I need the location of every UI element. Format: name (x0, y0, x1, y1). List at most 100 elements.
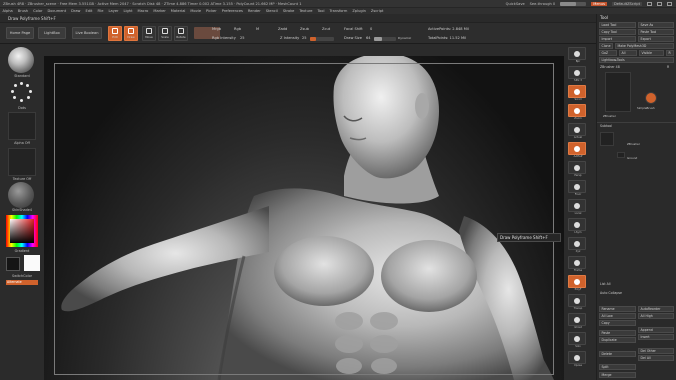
delete-button[interactable]: Delete (599, 351, 636, 357)
menu-picker[interactable]: Picker (204, 9, 220, 13)
menu-texture[interactable]: Texture (297, 9, 315, 13)
alternate-button[interactable]: Alternate (6, 280, 38, 285)
minimize-icon[interactable] (647, 1, 652, 6)
lsym-button[interactable] (568, 218, 586, 231)
menu-document[interactable]: Document (45, 9, 69, 13)
goz-button[interactable]: GoZ (599, 50, 617, 56)
persp-button[interactable] (568, 161, 586, 174)
primary-color-swatch[interactable] (24, 255, 40, 271)
paste-tool-button[interactable]: Paste Tool (638, 29, 674, 35)
scale-tool-button[interactable]: Scale (158, 26, 172, 41)
mrgb-toggle[interactable]: Mrgb (212, 27, 221, 31)
menu-light[interactable]: Light (121, 9, 135, 13)
all-high-button[interactable]: All High (638, 313, 674, 319)
menu-marker[interactable]: Marker (151, 9, 168, 13)
draw-tool-button[interactable]: Draw (124, 26, 138, 41)
del-other-button[interactable]: Del Other (638, 348, 674, 354)
menu-stencil[interactable]: Stencil (263, 9, 280, 13)
z-intensity-slider[interactable] (310, 37, 334, 41)
draw-size-slider[interactable] (374, 37, 396, 41)
rgb-toggle[interactable]: Rgb (234, 27, 241, 31)
polyf-button[interactable] (568, 275, 586, 288)
insert-button[interactable]: Insert (638, 334, 674, 340)
copy-tool-button[interactable]: Copy Tool (599, 29, 636, 35)
home-page-button[interactable]: Home Page (6, 27, 34, 39)
secondary-color-swatch[interactable] (6, 257, 20, 271)
menu-zplugin[interactable]: Zplugin (350, 9, 369, 13)
list-all-button[interactable]: List All (600, 282, 611, 286)
dynamic-toggle[interactable]: Dynamic (398, 36, 411, 40)
append-button[interactable]: Append (638, 327, 674, 333)
stroke-dots-icon[interactable] (10, 82, 32, 104)
brush-icon[interactable] (8, 47, 34, 73)
subtool-header[interactable]: Subtool (600, 124, 612, 128)
scroll-button[interactable] (568, 85, 586, 98)
close-icon[interactable] (667, 1, 672, 6)
menu-render[interactable]: Render (245, 9, 263, 13)
actual-button[interactable] (568, 123, 586, 136)
live-boolean-button[interactable]: Live Boolean (72, 27, 102, 39)
save-as-button[interactable]: Save As (638, 22, 674, 28)
local-button[interactable] (568, 199, 586, 212)
solo-button[interactable] (568, 332, 586, 345)
menu-zscript[interactable]: Zscript (368, 9, 385, 13)
clone-button[interactable]: Clone (599, 43, 613, 49)
seethrough-slider[interactable] (560, 1, 587, 6)
menu-macro[interactable]: Macro (135, 9, 151, 13)
quicksave-button[interactable]: QuickSave (506, 2, 525, 6)
simplebrush-thumbnail[interactable] (645, 92, 657, 104)
color-picker[interactable] (6, 215, 38, 247)
transp-button[interactable] (568, 294, 586, 307)
menu-draw[interactable]: Draw (69, 9, 83, 13)
menu-layer[interactable]: Layer (106, 9, 121, 13)
menu-movie[interactable]: Movie (188, 9, 204, 13)
default-zscript-button[interactable]: DefaultZScript (611, 1, 642, 6)
menus-toggle[interactable]: Menus (591, 1, 607, 6)
zoom-button[interactable] (568, 104, 586, 117)
rotate-tool-button[interactable]: Rotate (174, 26, 188, 41)
zcut-toggle[interactable]: Zcut (322, 27, 330, 31)
copy-button[interactable]: Copy (599, 320, 636, 326)
bpr-button[interactable] (568, 47, 586, 60)
frame-button[interactable] (568, 256, 586, 269)
auto-collapse-toggle[interactable]: Auto Collapse (600, 291, 622, 295)
menu-material[interactable]: Material (168, 9, 188, 13)
color-swatches[interactable] (6, 255, 40, 273)
move-tool-button[interactable]: Move (142, 26, 156, 41)
all-low-button[interactable]: All Low (599, 313, 636, 319)
material-sphere-icon[interactable] (8, 182, 34, 208)
load-tool-button[interactable]: Load Tool (599, 22, 636, 28)
m-toggle[interactable]: M (256, 27, 259, 31)
import-button[interactable]: Import (599, 36, 636, 42)
aahalf-button[interactable] (568, 142, 586, 155)
menu-transform[interactable]: Transform (327, 9, 350, 13)
split-button[interactable]: Split (599, 364, 636, 370)
edit-tool-button[interactable]: Edit (108, 26, 122, 41)
alpha-slot[interactable] (8, 112, 36, 140)
floor-button[interactable] (568, 180, 586, 193)
all-button[interactable]: All (619, 50, 637, 56)
del-all-button[interactable]: Del All (638, 355, 674, 361)
menu-edit[interactable]: Edit (83, 9, 95, 13)
texture-slot[interactable] (8, 148, 36, 176)
ghost-button[interactable] (568, 313, 586, 326)
maximize-icon[interactable] (657, 1, 662, 6)
lightbox-tools-button[interactable]: Lightbox▸Tools (599, 57, 674, 63)
menu-brush[interactable]: Brush (15, 9, 30, 13)
paste-button[interactable]: Paste (599, 330, 636, 336)
menu-color[interactable]: Color (31, 9, 45, 13)
export-button[interactable]: Export (638, 36, 674, 42)
menu-stroke[interactable]: Stroke (280, 9, 296, 13)
subtool-thumb-ground[interactable] (617, 152, 625, 158)
xpose-button[interactable] (568, 351, 586, 364)
make-polymesh-button[interactable]: Make PolyMesh3D (615, 43, 674, 49)
canvas-viewport[interactable] (44, 56, 564, 380)
xyz-button[interactable] (568, 237, 586, 250)
menu-alpha[interactable]: Alpha (0, 9, 15, 13)
zsub-toggle[interactable]: Zsub (300, 27, 309, 31)
menu-tool[interactable]: Tool (315, 9, 327, 13)
subtool-thumb-zbrusher[interactable] (600, 132, 614, 146)
autoreorder-button[interactable]: AutoReorder (638, 306, 674, 312)
lightbox-button[interactable]: LightBox (38, 27, 66, 39)
zadd-toggle[interactable]: Zadd (278, 27, 287, 31)
